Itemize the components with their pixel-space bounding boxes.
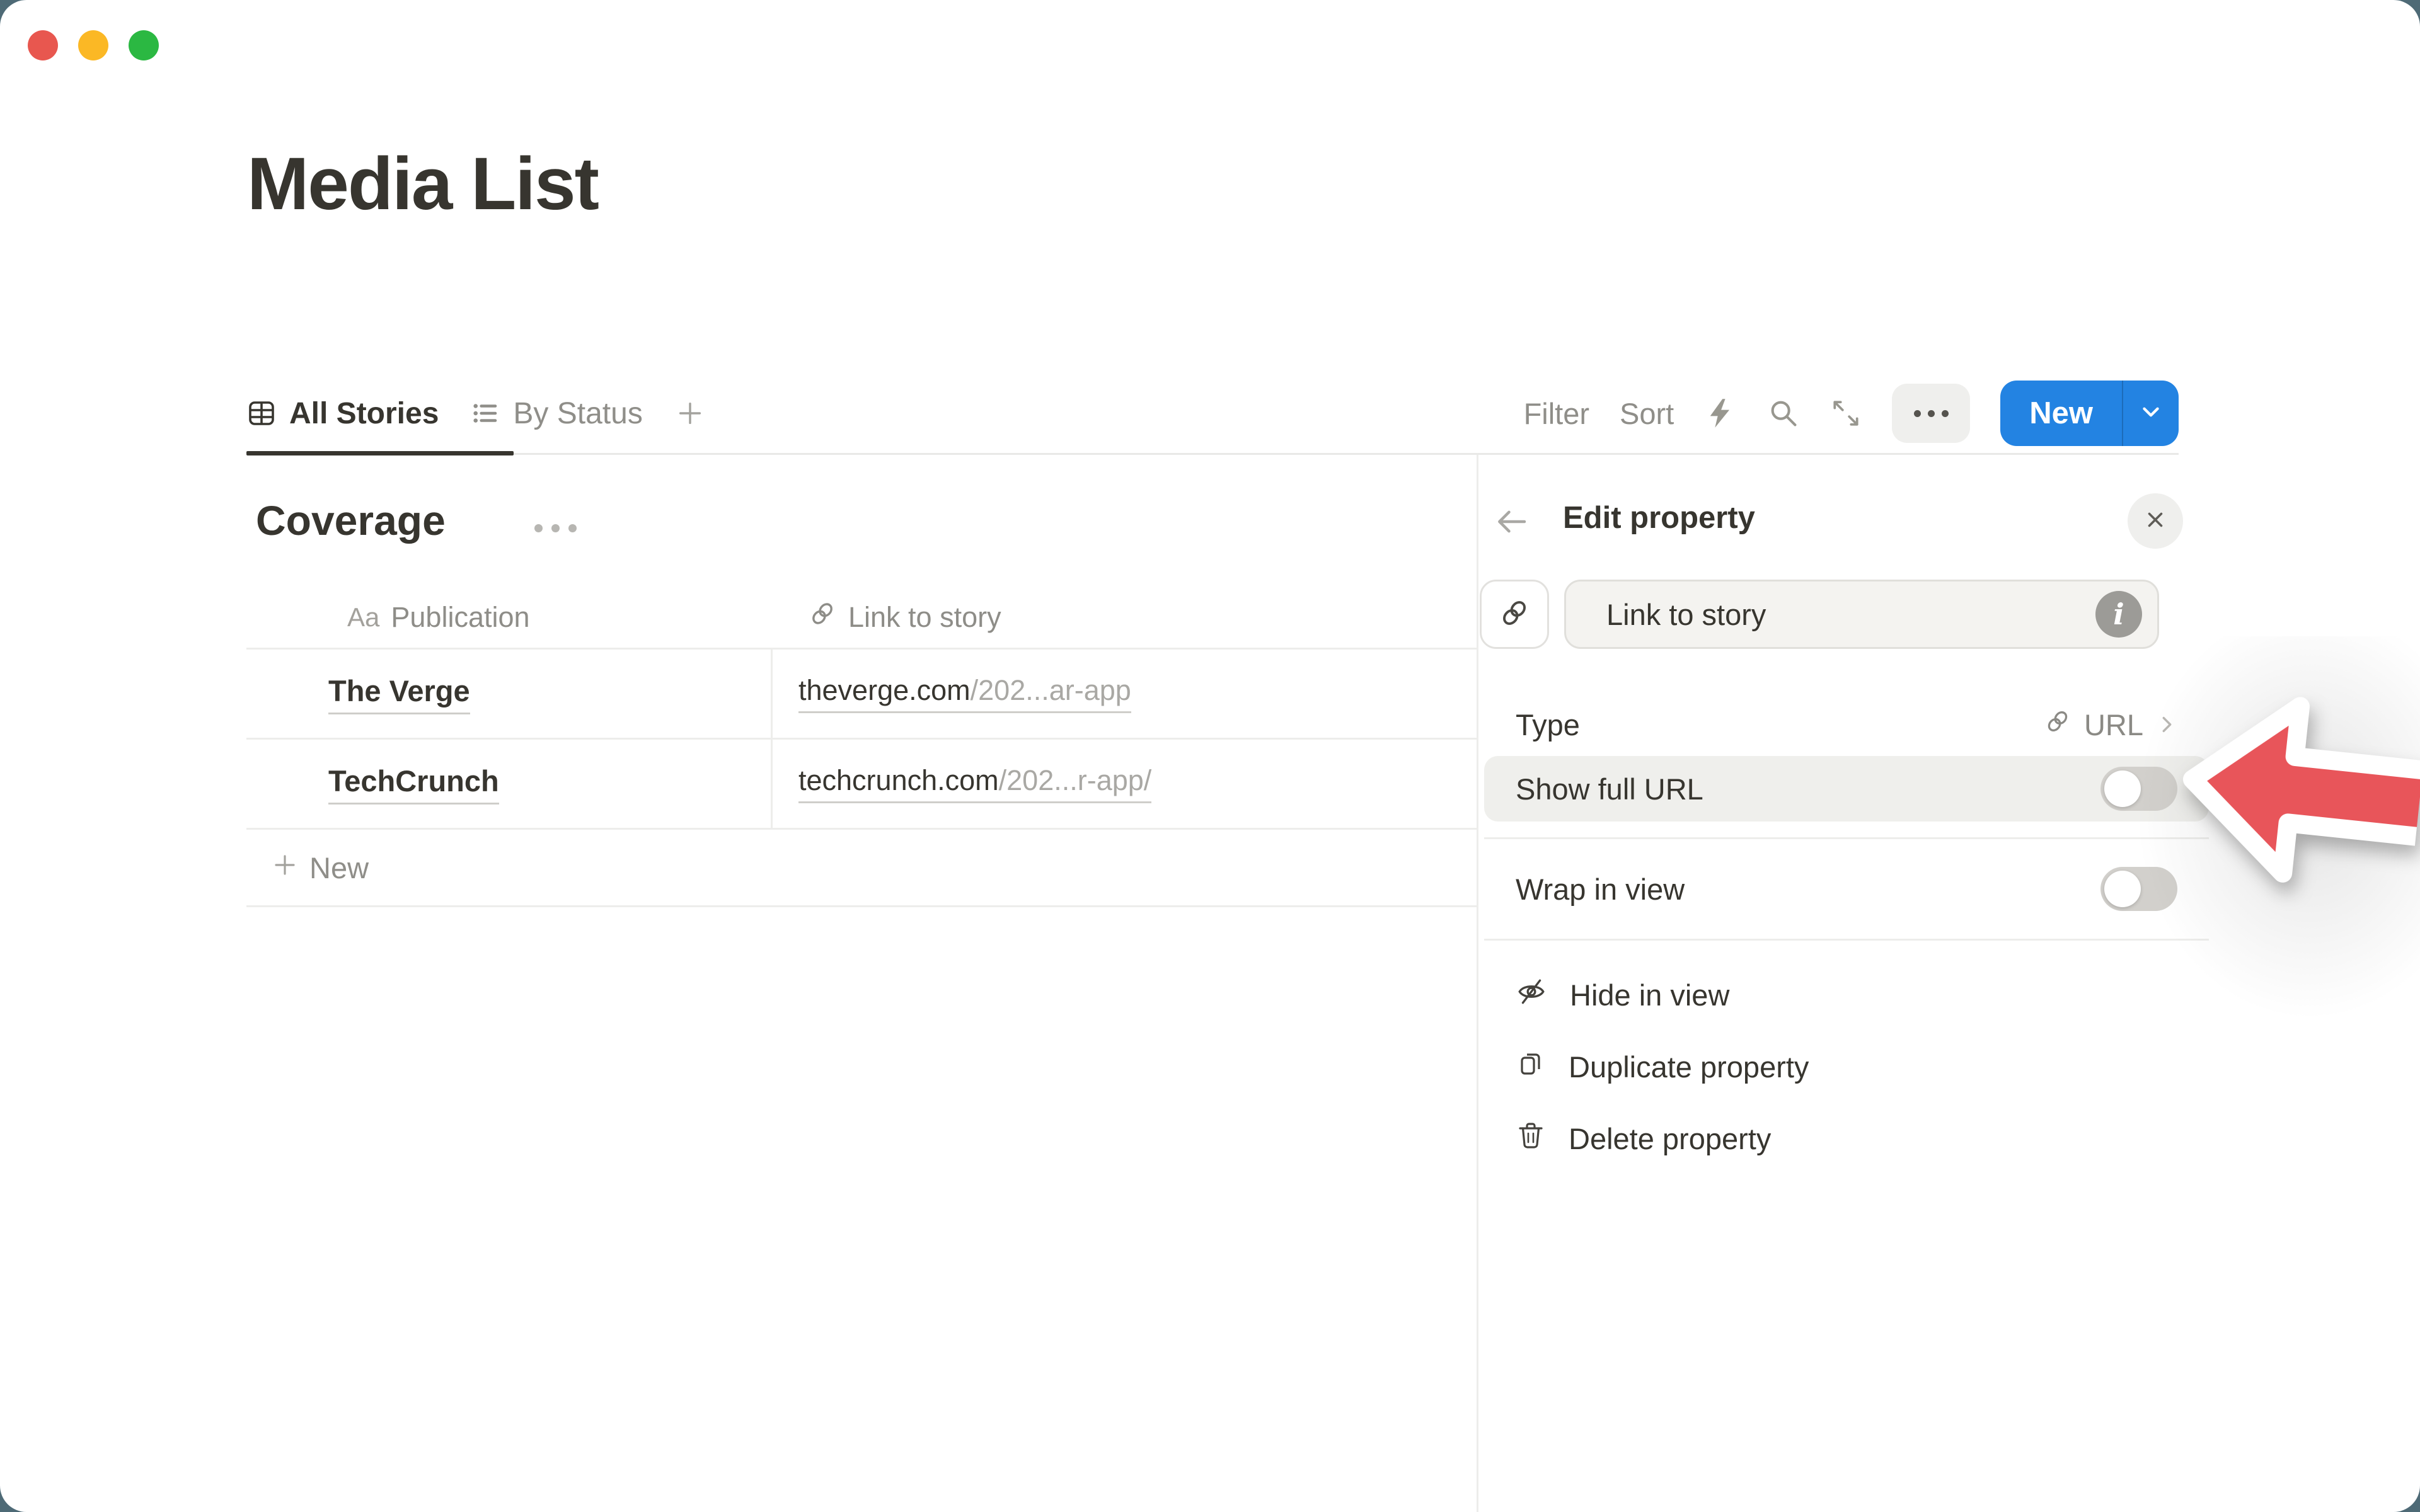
- database-options-icon[interactable]: [534, 524, 577, 532]
- annotation-arrow: [2179, 674, 2420, 907]
- property-actions-menu: Hide in view Duplicate property: [1484, 959, 2209, 1174]
- trash-icon: [1516, 1120, 1546, 1157]
- wrap-in-view-row[interactable]: Wrap in view: [1484, 856, 2209, 922]
- delete-property-item[interactable]: Delete property: [1484, 1102, 2209, 1174]
- filter-button[interactable]: Filter: [1524, 396, 1589, 431]
- column-label: Publication: [391, 601, 529, 634]
- screen: Media List All Stories: [0, 0, 2420, 1512]
- page-link[interactable]: The Verge: [328, 673, 470, 714]
- viewbar-divider: [246, 453, 2179, 455]
- table-header: Aa Publication Link to story: [246, 587, 1477, 648]
- link-icon: [1498, 597, 1531, 633]
- back-arrow-icon: [1494, 531, 1529, 542]
- close-panel-button[interactable]: [2128, 493, 2183, 549]
- hide-in-view-item[interactable]: Hide in view: [1484, 959, 2209, 1031]
- app-window: Media List All Stories: [0, 0, 2420, 1512]
- panel-divider: [1477, 455, 1478, 1512]
- url-link[interactable]: techcrunch.com/202...r-app/: [798, 764, 1151, 803]
- close-window-button[interactable]: [28, 30, 58, 60]
- show-full-url-row[interactable]: Show full URL: [1484, 756, 2209, 822]
- menu-item-label: Hide in view: [1570, 978, 1729, 1012]
- wrap-in-view-label: Wrap in view: [1516, 872, 1685, 907]
- panel-section-divider: [1484, 939, 2209, 941]
- url-path-truncated: /202...r-app/: [999, 764, 1152, 796]
- left-arrow-icon: [2184, 696, 2420, 888]
- url-domain: techcrunch.com: [798, 764, 999, 796]
- text-property-icon: Aa: [347, 602, 379, 633]
- url-domain: theverge.com: [798, 674, 971, 706]
- duplicate-icon: [1516, 1048, 1546, 1085]
- eye-off-icon: [1516, 976, 1547, 1014]
- active-tab-underline: [246, 451, 514, 455]
- url-path-truncated: /202...ar-app: [971, 674, 1131, 706]
- window-controls: [28, 30, 159, 60]
- new-row-button[interactable]: New: [246, 830, 1477, 907]
- zoom-window-button[interactable]: [129, 30, 159, 60]
- search-icon[interactable]: [1767, 397, 1800, 430]
- add-view-button[interactable]: [676, 399, 705, 428]
- type-label: Type: [1516, 707, 1580, 742]
- expand-icon[interactable]: [1830, 398, 1862, 429]
- url-cell[interactable]: techcrunch.com/202...r-app/: [771, 740, 1477, 828]
- lightning-icon[interactable]: [1704, 397, 1737, 430]
- page-title: Media List: [247, 141, 598, 227]
- column-label: Link to story: [848, 601, 1001, 634]
- page-link[interactable]: TechCrunch: [328, 764, 499, 805]
- tab-label: By Status: [513, 396, 642, 431]
- more-options-button[interactable]: [1892, 384, 1970, 443]
- property-icon-button[interactable]: [1480, 580, 1549, 649]
- publication-cell[interactable]: The Verge: [246, 650, 771, 738]
- table-row[interactable]: TechCrunch techcrunch.com/202...r-app/: [246, 740, 1477, 830]
- new-row-label: New: [309, 850, 369, 885]
- url-cell[interactable]: theverge.com/202...ar-app: [771, 650, 1477, 738]
- link-icon: [2044, 707, 2071, 742]
- property-name-value: Link to story: [1606, 597, 2095, 632]
- panel-title: Edit property: [1563, 500, 1755, 536]
- menu-item-label: Delete property: [1569, 1121, 1771, 1156]
- tab-all-stories[interactable]: All Stories: [246, 396, 439, 431]
- url-link[interactable]: theverge.com/202...ar-app: [798, 674, 1131, 713]
- menu-item-label: Duplicate property: [1569, 1050, 1809, 1084]
- publication-cell[interactable]: TechCrunch: [246, 740, 771, 828]
- tab-by-status[interactable]: By Status: [471, 396, 642, 431]
- column-divider: [771, 650, 773, 830]
- property-name-input[interactable]: Link to story i: [1564, 580, 2159, 649]
- minimize-window-button[interactable]: [78, 30, 108, 60]
- table-icon: [246, 398, 277, 428]
- show-full-url-label: Show full URL: [1516, 772, 1703, 806]
- back-button[interactable]: [1494, 504, 1529, 542]
- duplicate-property-item[interactable]: Duplicate property: [1484, 1031, 2209, 1102]
- new-button[interactable]: New: [2000, 381, 2122, 446]
- tab-label: All Stories: [289, 396, 439, 431]
- new-dropdown-button[interactable]: [2123, 381, 2179, 446]
- type-row[interactable]: Type URL: [1484, 691, 2209, 758]
- view-toolbar: Filter Sort New: [1524, 375, 2179, 451]
- list-icon: [471, 399, 500, 428]
- column-header-publication[interactable]: Aa Publication: [246, 601, 771, 634]
- panel-section-divider: [1484, 837, 2209, 839]
- column-header-link-to-story[interactable]: Link to story: [771, 599, 1477, 635]
- new-button-group: New: [2000, 381, 2179, 446]
- table-row[interactable]: The Verge theverge.com/202...ar-app: [246, 650, 1477, 740]
- info-icon[interactable]: i: [2095, 591, 2142, 638]
- link-icon: [808, 599, 837, 635]
- plus-icon: [272, 850, 298, 885]
- chevron-down-icon: [2139, 400, 2163, 427]
- view-tabs: All Stories By Status: [246, 375, 705, 451]
- database-title: Coverage: [256, 496, 446, 544]
- plus-icon: [676, 399, 705, 428]
- sort-button[interactable]: Sort: [1620, 396, 1674, 431]
- close-icon: [2143, 508, 2167, 535]
